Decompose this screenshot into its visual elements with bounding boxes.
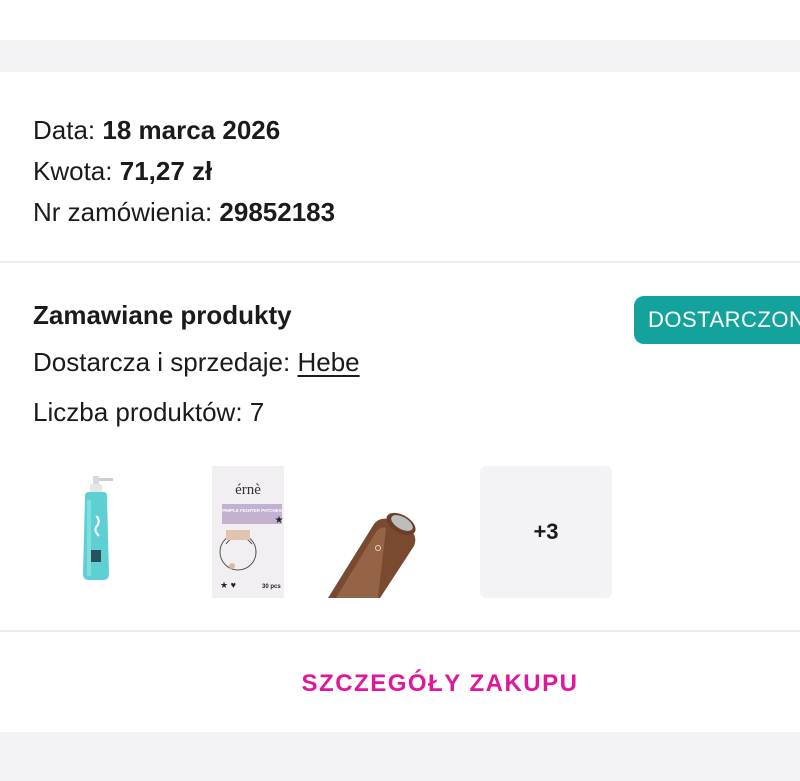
patches-label: PIMPLE FIGHTER PATCHES bbox=[222, 508, 282, 513]
patches-qty: 30 pcs bbox=[262, 584, 281, 590]
purchase-details-button[interactable]: SZCZEGÓŁY ZAKUPU bbox=[0, 670, 800, 698]
product-count-label: Liczba produktów: bbox=[33, 397, 243, 427]
order-amount-value: 71,27 zł bbox=[119, 156, 213, 186]
previous-card bbox=[0, 0, 800, 40]
order-date-label: Data: bbox=[33, 115, 96, 145]
product-thumbnail[interactable] bbox=[318, 466, 450, 598]
svg-text:★ ♥: ★ ♥ bbox=[220, 580, 236, 590]
product-thumbnail[interactable] bbox=[33, 466, 165, 598]
product-thumbnail[interactable]: érnè PIMPLE FIGHTER PATCHES ★ ★ ♥ 30 pcs bbox=[186, 466, 318, 598]
patches-brand: érnè bbox=[235, 482, 261, 498]
svg-text:★: ★ bbox=[275, 515, 284, 526]
seller-label: Dostarcza i sprzedaje: bbox=[33, 347, 291, 377]
seller-link[interactable]: Hebe bbox=[297, 347, 359, 377]
order-amount-label: Kwota: bbox=[33, 156, 113, 186]
products-title: Zamawiane produkty bbox=[33, 300, 292, 330]
product-count: Liczba produktów: 7 bbox=[33, 397, 264, 428]
cleansing-gel-bottle-icon bbox=[83, 476, 113, 580]
product-count-value: 7 bbox=[249, 397, 265, 427]
order-date: Data: 18 marca 2026 bbox=[33, 110, 335, 151]
order-card: Data: 18 marca 2026 Kwota: 71,27 zł Nr z… bbox=[0, 72, 800, 732]
more-products-tile[interactable]: +3 bbox=[480, 466, 612, 598]
order-number-value: 29852183 bbox=[219, 197, 336, 227]
order-number-label: Nr zamówienia: bbox=[33, 197, 213, 227]
order-date-value: 18 marca 2026 bbox=[102, 115, 281, 145]
divider bbox=[0, 630, 800, 632]
status-badge: DOSTARCZONE bbox=[634, 296, 800, 344]
pimple-patches-pack-icon: érnè PIMPLE FIGHTER PATCHES ★ ★ ♥ 30 pcs bbox=[212, 466, 284, 598]
order-number: Nr zamówienia: 29852183 bbox=[33, 192, 335, 233]
seller-info: Dostarcza i sprzedaje: Hebe bbox=[33, 347, 360, 378]
bronze-device-icon bbox=[328, 512, 416, 598]
order-amount: Kwota: 71,27 zł bbox=[33, 151, 335, 192]
divider bbox=[0, 261, 800, 263]
order-info: Data: 18 marca 2026 Kwota: 71,27 zł Nr z… bbox=[33, 110, 335, 233]
